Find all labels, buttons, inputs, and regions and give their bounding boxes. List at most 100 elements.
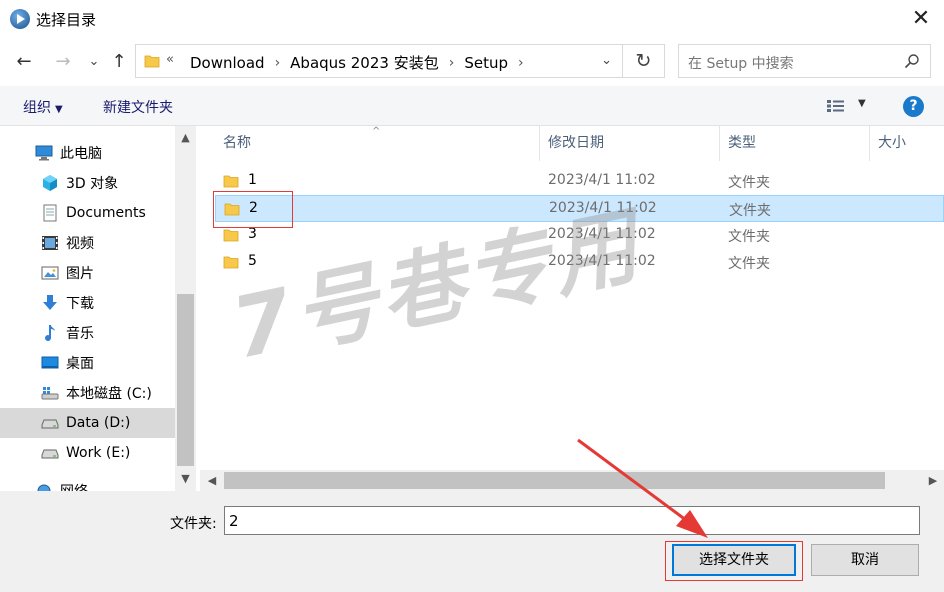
sidebar-item-label: 音乐 xyxy=(66,326,94,342)
close-button[interactable]: ✕ xyxy=(898,0,944,38)
help-button[interactable]: ? xyxy=(903,96,924,117)
file-name: 2 xyxy=(249,200,258,216)
breadcrumb-separator-icon[interactable]: › xyxy=(271,55,285,71)
folder-label: 文件夹: xyxy=(170,516,217,532)
table-row[interactable]: 5 2023/4/1 11:02 文件夹 xyxy=(215,249,944,276)
refresh-button[interactable]: ↻ xyxy=(623,44,665,78)
back-button[interactable]: ← xyxy=(13,50,35,74)
file-modified: 2023/4/1 11:02 xyxy=(548,172,656,188)
breadcrumb-item[interactable]: Setup xyxy=(458,54,514,72)
computer-icon xyxy=(34,143,54,163)
navigation-bar: ← → ⌄ ↑ « Download › Abaqus 2023 安装包 › S… xyxy=(0,38,944,86)
folder-icon xyxy=(223,174,239,192)
column-header-size[interactable]: 大小 xyxy=(870,126,944,161)
documents-icon xyxy=(40,203,60,223)
scroll-up-icon[interactable]: ▲ xyxy=(175,128,196,148)
forward-button[interactable]: → xyxy=(52,50,74,74)
sidebar-item-desktop[interactable]: 桌面 xyxy=(0,348,175,378)
search-input[interactable]: 在 Setup 中搜索 xyxy=(688,53,794,73)
folder-name-input[interactable] xyxy=(224,506,920,535)
scrollbar-thumb[interactable] xyxy=(224,472,885,489)
cancel-button[interactable]: 取消 xyxy=(811,544,919,576)
videos-icon xyxy=(40,233,60,253)
file-name: 5 xyxy=(248,253,257,269)
file-name: 3 xyxy=(248,226,257,242)
drive-icon xyxy=(40,413,60,433)
file-type: 文件夹 xyxy=(728,256,770,272)
folder-icon xyxy=(144,54,160,72)
sidebar-item-label: 本地磁盘 (C:) xyxy=(66,386,152,402)
view-options-icon[interactable] xyxy=(826,99,846,117)
sidebar-item-drive-e[interactable]: Work (E:) xyxy=(0,438,175,468)
window-title: 选择目录 xyxy=(36,11,97,29)
desktop-icon xyxy=(40,353,60,373)
breadcrumb-separator-icon[interactable]: › xyxy=(445,55,459,71)
table-row[interactable]: 3 2023/4/1 11:02 文件夹 xyxy=(215,222,944,249)
sidebar-item-3d-objects[interactable]: 3D 对象 xyxy=(0,168,175,198)
sidebar-item-this-pc[interactable]: 此电脑 xyxy=(0,138,175,168)
sidebar-item-label: 下载 xyxy=(66,296,94,312)
sidebar-item-drive-d[interactable]: Data (D:) xyxy=(0,408,175,438)
file-modified: 2023/4/1 11:02 xyxy=(549,200,657,216)
search-box[interactable]: 在 Setup 中搜索 xyxy=(678,44,931,78)
drive-icon xyxy=(40,443,60,463)
folder-icon xyxy=(223,255,239,273)
breadcrumb-item[interactable]: Abaqus 2023 安装包 xyxy=(284,52,445,73)
file-type: 文件夹 xyxy=(729,203,771,219)
scroll-down-icon[interactable]: ▼ xyxy=(175,469,196,489)
breadcrumb-item[interactable]: Download xyxy=(184,54,271,72)
3d-objects-icon xyxy=(40,173,60,193)
view-caret-icon[interactable]: ▼ xyxy=(858,98,866,109)
sidebar-item-label: 此电脑 xyxy=(60,146,102,162)
file-name: 1 xyxy=(248,172,257,188)
downloads-icon xyxy=(40,293,60,313)
horizontal-scrollbar[interactable]: ◀ ▶ xyxy=(200,470,944,491)
sidebar-item-drive-c[interactable]: 本地磁盘 (C:) xyxy=(0,378,175,408)
sidebar-item-label: 桌面 xyxy=(66,356,94,372)
network-icon xyxy=(34,481,54,491)
address-overflow-icon[interactable]: « xyxy=(166,52,174,67)
address-dropdown-icon[interactable]: ⌄ xyxy=(601,53,612,68)
table-row[interactable]: 2 2023/4/1 11:02 文件夹 xyxy=(215,195,944,222)
caret-down-icon: ▼ xyxy=(55,104,63,115)
sidebar-item-pictures[interactable]: 图片 xyxy=(0,258,175,288)
organize-button[interactable]: 组织 ▼ xyxy=(23,97,63,117)
column-header-type[interactable]: 类型 xyxy=(720,126,870,161)
sidebar-scrollbar[interactable]: ▲ ▼ xyxy=(175,126,196,491)
sidebar-item-documents[interactable]: Documents xyxy=(0,198,175,228)
sidebar-item-label: Work (E:) xyxy=(66,445,131,461)
scrollbar-thumb[interactable] xyxy=(177,294,194,466)
scroll-right-icon[interactable]: ▶ xyxy=(923,470,943,491)
pictures-icon xyxy=(40,263,60,283)
address-bar[interactable]: « Download › Abaqus 2023 安装包 › Setup › ⌄ xyxy=(135,44,623,78)
folder-icon xyxy=(224,202,240,220)
sidebar-item-music[interactable]: 音乐 xyxy=(0,318,175,348)
title-bar: 选择目录 ✕ xyxy=(0,0,944,38)
organize-label: 组织 xyxy=(23,100,51,116)
sidebar-item-network[interactable]: 网络 xyxy=(0,476,175,491)
navigation-pane: 此电脑 3D 对象 Documents 视频 图片 下载 音乐 桌面 本地磁盘 … xyxy=(0,126,196,491)
sidebar-item-label: Data (D:) xyxy=(66,415,131,431)
column-header-modified[interactable]: 修改日期 xyxy=(540,126,720,161)
sort-ascending-icon: ^ xyxy=(372,126,381,137)
sidebar-item-label: 视频 xyxy=(66,236,94,252)
sidebar-item-downloads[interactable]: 下载 xyxy=(0,288,175,318)
file-type: 文件夹 xyxy=(728,229,770,245)
sidebar-item-videos[interactable]: 视频 xyxy=(0,228,175,258)
up-button[interactable]: ↑ xyxy=(108,50,130,74)
breadcrumb: Download › Abaqus 2023 安装包 › Setup › xyxy=(184,52,528,73)
music-icon xyxy=(40,323,60,343)
breadcrumb-separator-icon[interactable]: › xyxy=(514,55,528,71)
select-folder-dialog: 选择目录 ✕ ← → ⌄ ↑ « Download › Abaqus 2023 … xyxy=(0,0,944,592)
scroll-left-icon[interactable]: ◀ xyxy=(202,470,222,491)
recent-locations-button[interactable]: ⌄ xyxy=(83,50,105,74)
sidebar-item-label: 图片 xyxy=(66,266,94,282)
select-folder-button[interactable]: 选择文件夹 xyxy=(672,544,796,576)
sidebar-item-label: 3D 对象 xyxy=(66,176,119,192)
new-folder-button[interactable]: 新建文件夹 xyxy=(103,97,173,117)
table-row[interactable]: 1 2023/4/1 11:02 文件夹 xyxy=(215,168,944,195)
file-modified: 2023/4/1 11:02 xyxy=(548,253,656,269)
dialog-footer: 文件夹: 选择文件夹 取消 xyxy=(0,491,944,592)
search-icon[interactable] xyxy=(904,53,920,69)
command-bar: 组织 ▼ 新建文件夹 ▼ ? xyxy=(0,86,944,126)
